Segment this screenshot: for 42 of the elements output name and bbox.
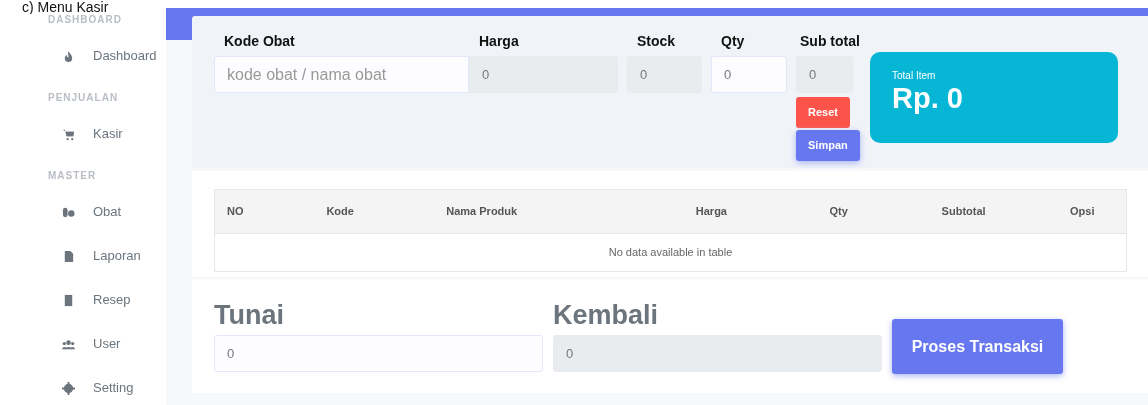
- save-button[interactable]: Simpan: [796, 130, 860, 161]
- column-header: Subtotal: [888, 189, 1039, 234]
- field-label: Qty: [720, 32, 745, 51]
- section-heading: DASHBOARD: [47, 14, 123, 27]
- sidebar-item[interactable]: Laporan: [0, 234, 166, 278]
- column-header: Kode: [314, 189, 435, 234]
- section-heading: PENJUALAN: [47, 92, 120, 105]
- process-button[interactable]: Proses Transaksi: [892, 319, 1063, 374]
- readonly-field[interactable]: 0: [796, 56, 853, 93]
- field-label: Kode Obat: [223, 32, 295, 51]
- column-header: Harga: [634, 189, 789, 234]
- column-header: Qty: [788, 189, 889, 234]
- section-heading: MASTER: [47, 170, 98, 183]
- total-label: Total Item: [892, 69, 937, 83]
- empty-message: No data available in table: [214, 233, 1127, 272]
- reset-button[interactable]: Reset: [796, 97, 850, 128]
- readonly-field[interactable]: 0: [469, 56, 618, 93]
- field-label: Harga: [478, 32, 519, 51]
- fire-icon: [62, 49, 75, 63]
- field-label: Sub total: [799, 32, 860, 51]
- cart-icon: [62, 127, 75, 141]
- field-label: Tunai: [214, 299, 285, 332]
- input-field[interactable]: 0: [711, 56, 787, 93]
- sidebar-item[interactable]: Kasir: [0, 112, 166, 156]
- total-amount: Rp. 0: [892, 83, 964, 115]
- column-header: NO: [214, 189, 315, 234]
- column-header: Nama Produk: [434, 189, 634, 234]
- sidebar-item[interactable]: User: [0, 322, 166, 366]
- sidebar-item[interactable]: Obat: [0, 190, 166, 234]
- field-label: Kembali: [553, 299, 660, 332]
- sidebar-item[interactable]: Dashboard: [0, 34, 166, 78]
- column-header: Opsi: [1038, 189, 1127, 234]
- sidebar-item[interactable]: Resep: [0, 278, 166, 322]
- users-icon: [62, 337, 75, 351]
- field-label: Stock: [636, 32, 676, 51]
- input-field[interactable]: 0: [214, 335, 543, 372]
- readonly-field[interactable]: 0: [627, 56, 702, 93]
- sidebar-item[interactable]: Setting: [0, 366, 166, 405]
- readonly-field[interactable]: 0: [553, 335, 882, 372]
- document-icon: [62, 249, 75, 263]
- pills-icon: [62, 205, 75, 219]
- search-field[interactable]: kode obat / nama obat: [214, 56, 469, 93]
